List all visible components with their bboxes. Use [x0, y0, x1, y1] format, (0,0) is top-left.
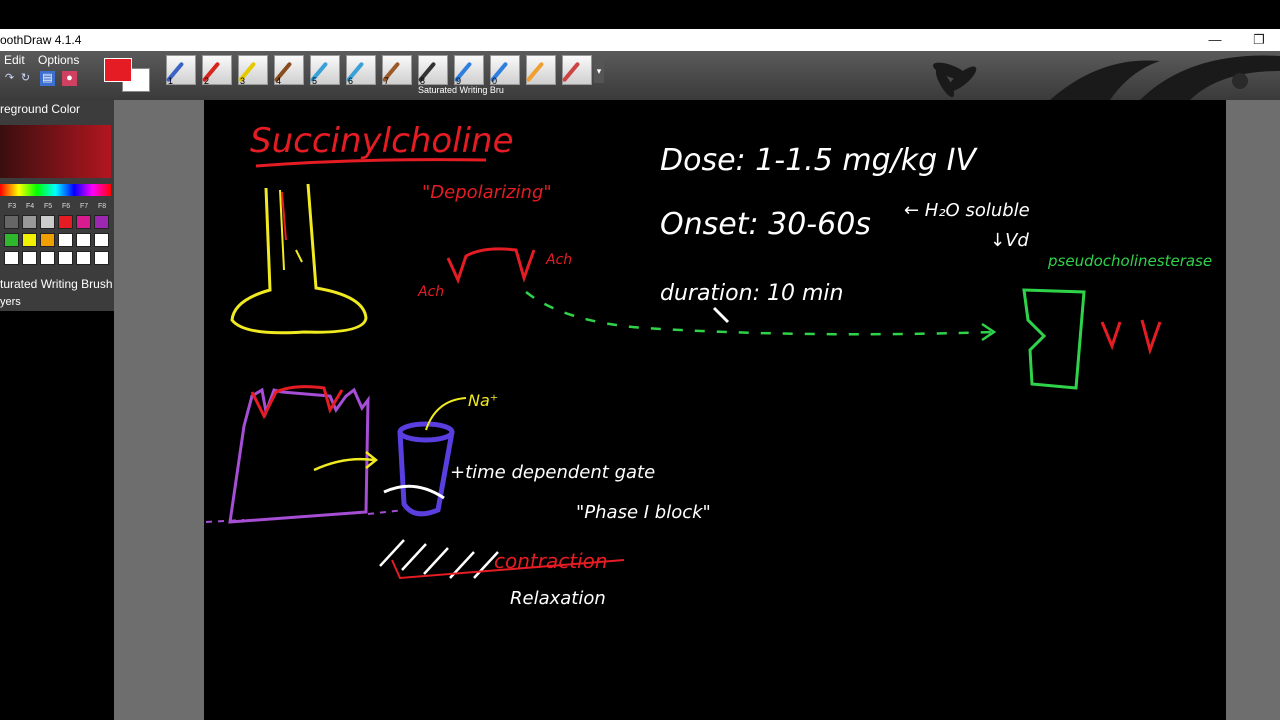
screen-top-letterbox — [0, 0, 1280, 29]
brush-caption: Saturated Writing Bru — [418, 85, 504, 95]
foreground-color-title: reground Color — [0, 102, 81, 116]
note-title: Succinylcholine — [250, 121, 513, 161]
fkey-label: F7 — [80, 203, 89, 210]
brush-button-8[interactable]: 8 — [417, 55, 448, 86]
note-contraction: contraction — [494, 549, 608, 573]
nerve-terminal-drawing — [230, 183, 368, 335]
brush-button-3[interactable]: 3 — [237, 55, 268, 86]
brush-button-11[interactable] — [525, 55, 556, 85]
menu-options[interactable]: Options — [38, 53, 79, 67]
palette-swatch[interactable] — [58, 251, 73, 265]
ion-channel-drawing — [397, 421, 455, 443]
layers-label[interactable]: yers — [0, 296, 21, 308]
palette-swatch[interactable] — [40, 215, 55, 229]
brush-button-9[interactable]: 9 — [453, 55, 484, 86]
brush-button-7[interactable]: 7 — [381, 55, 412, 86]
brush-number: 1 — [168, 76, 174, 86]
note-ach-left: Ach — [417, 284, 444, 300]
note-phase-block: "Phase I block" — [576, 502, 711, 523]
restore-button[interactable]: ❐ — [1244, 29, 1274, 51]
note-time-gate: +time dependent gate — [450, 462, 655, 483]
hue-slider[interactable] — [0, 184, 111, 196]
brush-button-12[interactable] — [561, 55, 592, 85]
note-depolarizing: "Depolarizing" — [422, 182, 552, 203]
brush-number: 5 — [312, 76, 318, 86]
fkey-label: F8 — [98, 203, 107, 210]
fkey-label: F4 — [26, 203, 35, 210]
palette-swatch[interactable] — [40, 251, 55, 265]
drawing-canvas[interactable]: Succinylcholine "Depolarizing" Ach Ach D… — [204, 100, 1226, 720]
page-icon[interactable]: ▤ — [40, 71, 55, 86]
brush-button-2[interactable]: 2 — [201, 55, 232, 86]
fkey-label: F3 — [8, 203, 17, 210]
palette-swatch[interactable] — [4, 233, 19, 247]
note-na: Na⁺ — [468, 391, 498, 410]
record-icon[interactable]: ● — [62, 71, 77, 86]
palette-swatch[interactable] — [22, 251, 37, 265]
handwritten-notes: Succinylcholine "Depolarizing" Ach Ach D… — [205, 121, 1212, 609]
palette-swatch[interactable] — [76, 251, 91, 265]
palette-swatch[interactable] — [76, 233, 91, 247]
note-vd: ↓Vd — [990, 230, 1029, 251]
palette-swatch[interactable] — [94, 215, 109, 229]
palette-swatch[interactable] — [4, 251, 19, 265]
window-title: oothDraw 4.1.4 — [0, 33, 82, 47]
refresh-icon[interactable]: ↻ — [18, 71, 33, 86]
brush-button-1[interactable]: 1 — [165, 55, 196, 86]
menu-edit[interactable]: Edit — [4, 53, 25, 67]
brush-icon — [561, 61, 581, 83]
note-duration: duration: 10 min — [660, 281, 843, 306]
brush-button-5[interactable]: 5 — [309, 55, 340, 86]
decorative-floral-banner — [932, 55, 1280, 100]
color-palette — [4, 215, 114, 271]
palette-swatch[interactable] — [58, 215, 73, 229]
note-h2o-soluble: ← H₂O soluble — [904, 200, 1030, 221]
current-brush-label: turated Writing Brush — [0, 277, 113, 291]
fkey-label: F6 — [62, 203, 71, 210]
palette-swatch[interactable] — [58, 233, 73, 247]
note-pseudocholinesterase: pseudocholinesterase — [1047, 252, 1212, 270]
palette-swatch[interactable] — [94, 251, 109, 265]
palette-swatch[interactable] — [22, 233, 37, 247]
brush-number: 7 — [384, 76, 390, 86]
brush-number: 2 — [204, 76, 210, 86]
palette-shortcuts: F3 F4 F5 F6 F7 F8 — [0, 203, 114, 213]
note-relaxation: Relaxation — [510, 588, 606, 609]
ion-flow-arrow — [313, 457, 375, 472]
brush-button-4[interactable]: 4 — [273, 55, 304, 86]
palette-swatch[interactable] — [94, 233, 109, 247]
note-ach-right: Ach — [545, 252, 572, 268]
foreground-color-swatch[interactable] — [104, 58, 132, 82]
enzyme-drawing — [1022, 288, 1086, 390]
receptor-membrane-drawing — [228, 387, 370, 524]
color-panel: reground Color F3 F4 F5 F6 F7 F8 turated Writ… — [0, 100, 114, 311]
cleaved-molecule-drawing — [1100, 319, 1162, 356]
fkey-label: F5 — [44, 203, 53, 210]
note-dose: Dose: 1-1.5 mg/kg IV — [660, 143, 979, 178]
palette-swatch[interactable] — [76, 215, 91, 229]
brush-button-6[interactable]: 6 — [345, 55, 376, 86]
ach-molecule-drawing — [446, 247, 536, 285]
palette-swatch[interactable] — [22, 215, 37, 229]
palette-swatch[interactable] — [40, 233, 55, 247]
minimize-button[interactable]: — — [1200, 29, 1230, 51]
quick-actions: ↷ ↻ ▤ ● — [2, 71, 82, 89]
palette-swatch[interactable] — [4, 215, 19, 229]
color-gradient-picker[interactable] — [0, 125, 111, 178]
brush-number: 3 — [240, 76, 246, 86]
brush-button-10[interactable]: 0 — [489, 55, 520, 86]
brush-number: 6 — [348, 76, 354, 86]
brush-icon — [525, 61, 545, 83]
window-titlebar: oothDraw 4.1.4 — ❐ — [0, 29, 1280, 51]
brush-number: 4 — [276, 76, 282, 86]
toolbar: Edit Options ↷ ↻ ▤ ● 1 2 3 4 5 6 7 890 Saturate… — [0, 51, 1280, 100]
brush-dropdown-arrow[interactable]: ▾ — [594, 59, 604, 83]
redo-icon[interactable]: ↷ — [2, 71, 17, 86]
note-onset: Onset: 30-60s — [660, 207, 871, 242]
